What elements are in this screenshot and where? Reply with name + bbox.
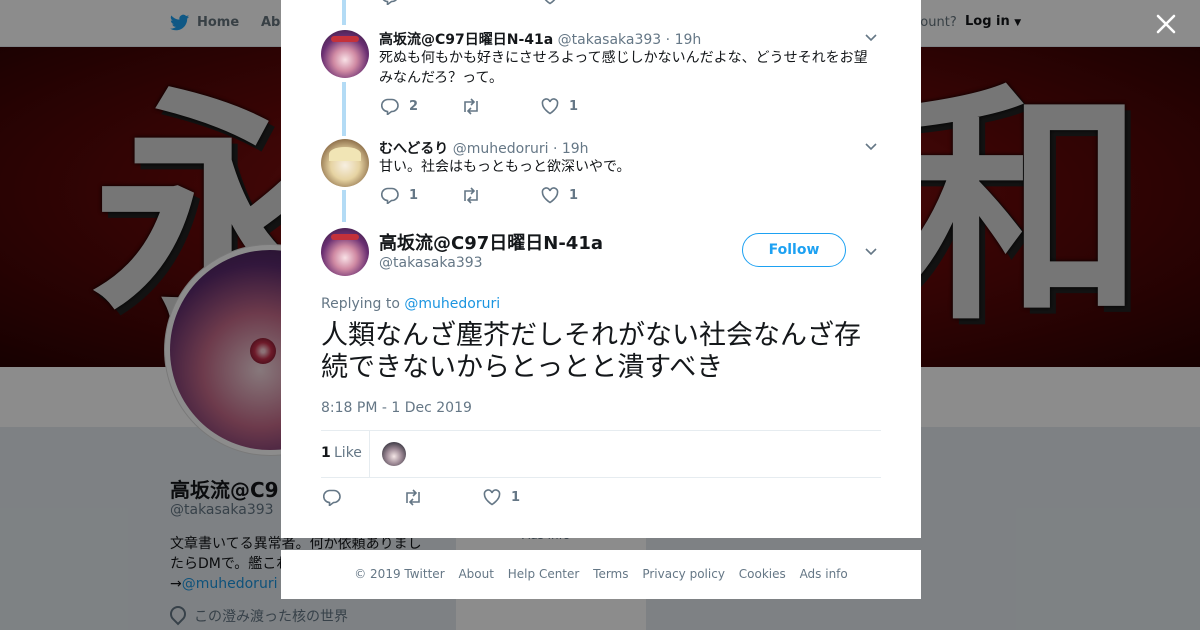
main-tweet-timestamp[interactable]: 8:18 PM - 1 Dec 2019 (321, 400, 472, 416)
like-action[interactable]: 2 (541, 0, 578, 5)
main-tweet-text: 人類なんざ塵芥だしそれがない社会なんざ存続できないからとっとと潰すべき (321, 320, 861, 383)
retweet-icon (464, 98, 478, 115)
tweet-header: 高坂流@C97日曜日N-41a @takasaka393 · 19h (379, 29, 701, 49)
main-tweet-author-handle[interactable]: @takasaka393 (379, 255, 483, 271)
reply-action[interactable]: 1 (381, 187, 418, 204)
thread-line (342, 82, 346, 136)
footer-copyright: © 2019 Twitter (354, 567, 445, 581)
follow-button[interactable]: Follow (742, 233, 846, 267)
likes-stat-label: Like (334, 445, 362, 461)
reply-action[interactable]: 2 (381, 98, 418, 115)
replying-to-link[interactable]: @muhedoruri (404, 296, 500, 312)
modal-footer: © 2019 Twitter About Help Center Terms P… (281, 550, 921, 599)
tweet-header: むへどるり @muhedoruri · 19h (379, 138, 589, 158)
tweet-meta-separator: · (552, 141, 558, 157)
tweet-modal: 1 2 高坂流@C97日曜日N-41a @takasaka393 · 19h 死… (281, 0, 921, 538)
tweet-author-name[interactable]: 高坂流@C97日曜日N-41a (379, 32, 553, 48)
avatar[interactable] (321, 228, 369, 276)
tweet-author-name[interactable]: むへどるり (379, 141, 448, 157)
reply-count: 1 (409, 0, 418, 4)
thread-line (342, 190, 346, 222)
like-count: 1 (511, 490, 521, 505)
reply-count: 2 (409, 99, 419, 114)
divider (321, 430, 881, 431)
tweet-time[interactable]: 19h (675, 32, 702, 48)
avatar[interactable] (321, 139, 369, 187)
reply-icon (323, 489, 341, 506)
footer-link-help-center[interactable]: Help Center (508, 567, 580, 581)
footer-link-ads-info[interactable]: Ads info (800, 567, 848, 581)
retweet-action[interactable] (403, 489, 433, 506)
thread-line (342, 0, 346, 25)
reply-icon (381, 187, 399, 204)
retweet-icon (464, 187, 478, 204)
footer-link-cookies[interactable]: Cookies (739, 567, 786, 581)
heart-icon (483, 489, 501, 506)
like-action[interactable]: 1 (483, 489, 520, 506)
footer-link-about[interactable]: About (458, 567, 493, 581)
footer-link-privacy[interactable]: Privacy policy (642, 567, 725, 581)
heart-icon (541, 187, 559, 204)
heart-icon (541, 98, 559, 115)
tweet-text: 甘い。社会はもっともっと欲深いやで。 (379, 159, 631, 175)
chevron-down-icon[interactable] (865, 143, 877, 151)
footer-link-terms[interactable]: Terms (593, 567, 628, 581)
liker-avatar[interactable] (382, 442, 406, 466)
divider (321, 477, 881, 478)
tweet-meta-separator: · (665, 32, 671, 48)
reply-count: 1 (409, 188, 419, 203)
like-action[interactable]: 1 (541, 98, 578, 115)
retweet-action[interactable] (461, 98, 491, 115)
reply-action[interactable] (323, 489, 351, 506)
retweet-icon (406, 489, 420, 506)
tweet-text: 死ぬも何もかも好きにさせろよって感じしかないんだよな、どうせそれをお望みなんだろ… (379, 50, 868, 86)
main-tweet-author-name[interactable]: 高坂流@C97日曜日N-41a (379, 229, 603, 255)
chevron-down-icon[interactable] (865, 34, 877, 42)
reply-icon (381, 98, 399, 115)
like-count: 1 (569, 99, 579, 114)
replying-to: Replying to @muhedoruri (321, 296, 500, 312)
likes-stat[interactable]: 1 Like (321, 431, 370, 477)
tweet-author-handle[interactable]: @muhedoruri (453, 141, 549, 157)
chevron-down-icon[interactable] (865, 248, 877, 256)
tweet-author-handle[interactable]: @takasaka393 (558, 32, 662, 48)
reply-icon (382, 0, 398, 5)
avatar[interactable] (321, 30, 369, 78)
like-count: 2 (569, 0, 578, 4)
retweet-action[interactable] (461, 187, 491, 204)
likes-stat-count: 1 (321, 445, 331, 461)
like-action[interactable]: 1 (541, 187, 578, 204)
close-icon[interactable] (1152, 10, 1180, 38)
like-count: 1 (569, 188, 579, 203)
heart-icon (544, 0, 556, 5)
reply-action[interactable]: 1 (381, 0, 418, 5)
tweet-time[interactable]: 19h (562, 141, 589, 157)
replying-prefix: Replying to (321, 296, 400, 312)
